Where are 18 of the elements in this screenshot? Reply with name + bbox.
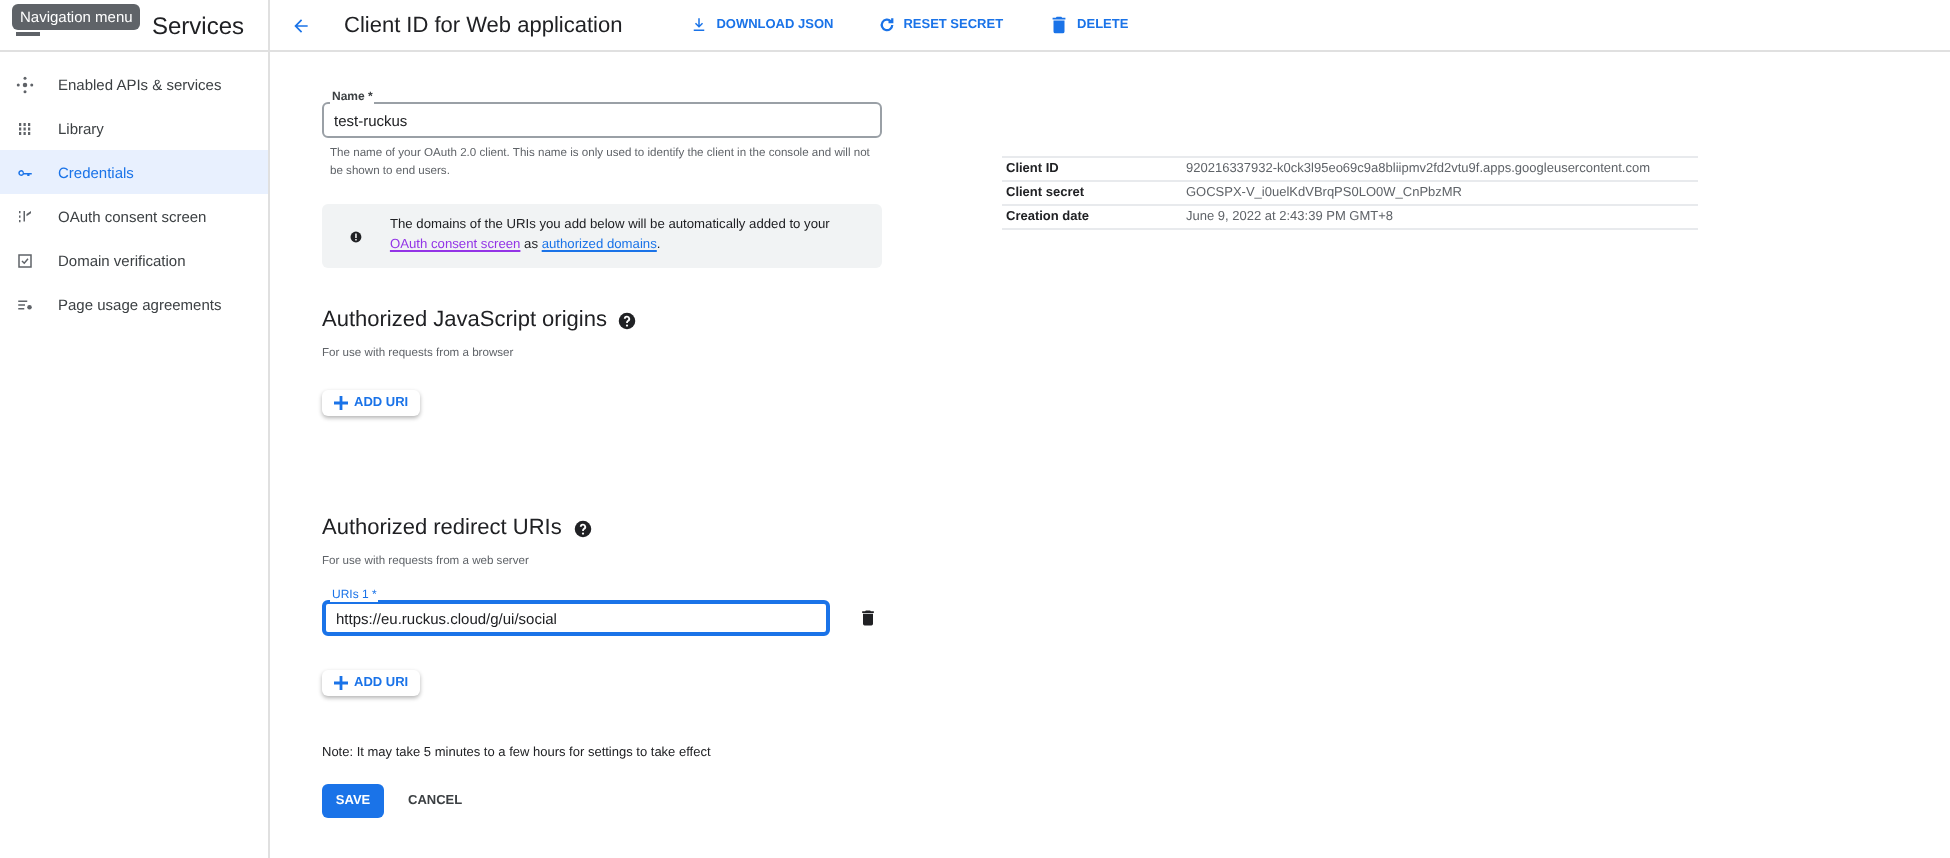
check-icon bbox=[16, 251, 34, 269]
plus-icon bbox=[334, 396, 348, 411]
section-title: Authorized redirect URIs bbox=[322, 516, 562, 541]
section-title: Authorized JavaScript origins bbox=[322, 308, 607, 333]
info-icon bbox=[350, 227, 362, 246]
trash-icon bbox=[858, 608, 878, 629]
hub-icon bbox=[16, 75, 34, 93]
list-settings-icon bbox=[16, 295, 34, 313]
download-icon bbox=[690, 16, 709, 34]
help-icon bbox=[618, 311, 637, 330]
refresh-icon bbox=[877, 16, 896, 34]
back-arrow-icon[interactable] bbox=[290, 15, 312, 35]
sidebar-title: Services bbox=[152, 11, 245, 39]
page-title: Client ID for Web application bbox=[344, 13, 623, 37]
plus-icon bbox=[334, 676, 348, 691]
trash-icon bbox=[1047, 14, 1070, 36]
grid-icon bbox=[16, 119, 34, 137]
help-icon bbox=[573, 519, 592, 538]
